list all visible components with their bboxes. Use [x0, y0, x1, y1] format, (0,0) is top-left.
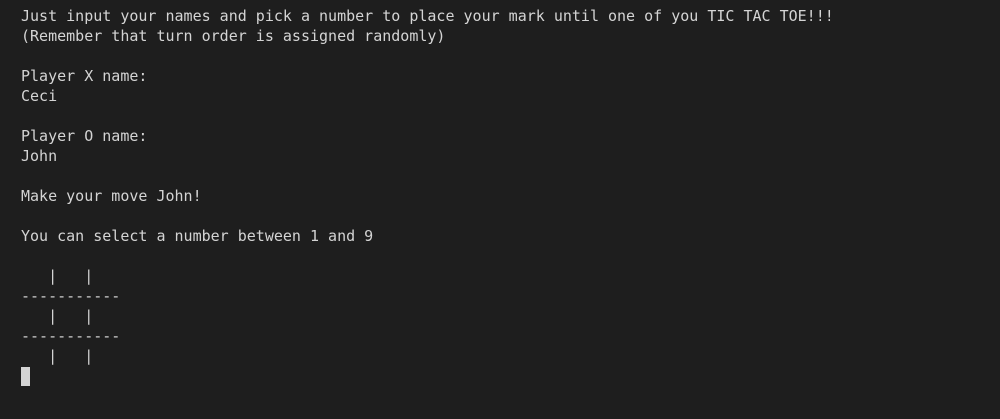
board-divider: -----------: [21, 287, 121, 305]
player-x-prompt: Player X name:: [21, 67, 148, 85]
player-x-name: Ceci: [21, 87, 58, 105]
board-row-middle: | |: [21, 307, 94, 325]
player-o-name: John: [21, 147, 58, 165]
terminal-output[interactable]: Just input your names and pick a number …: [0, 0, 1000, 419]
input-line[interactable]: [21, 366, 1000, 386]
turn-order-note: (Remember that turn order is assigned ra…: [21, 27, 446, 45]
move-prompt: Make your move John!: [21, 187, 202, 205]
text-cursor: [21, 367, 30, 386]
number-range-hint: You can select a number between 1 and 9: [21, 227, 374, 245]
board-row-bottom: | |: [21, 347, 94, 365]
player-o-prompt: Player O name:: [21, 127, 148, 145]
board-divider: -----------: [21, 327, 121, 345]
intro-line: Just input your names and pick a number …: [21, 7, 834, 25]
board-row-top: | |: [21, 267, 94, 285]
